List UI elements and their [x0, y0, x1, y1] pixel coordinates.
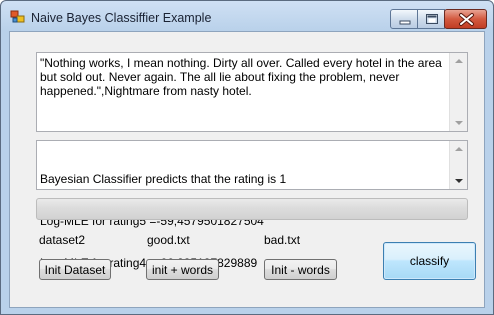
init-dataset-button[interactable]: Init Dataset: [39, 259, 111, 280]
minimize-button[interactable]: [390, 9, 418, 29]
init-plus-words-button[interactable]: init + words: [146, 259, 219, 280]
bad-file-label: bad.txt: [264, 233, 301, 247]
classify-button[interactable]: classify: [383, 242, 476, 280]
review-textbox[interactable]: "Nothing works, I mean nothing. Dirty al…: [36, 52, 468, 132]
form-client-area: "Nothing works, I mean nothing. Dirty al…: [9, 31, 485, 308]
main-window: Naive Bayes Classiffier Example "Nothing…: [0, 0, 494, 315]
init-minus-words-button[interactable]: Init - words: [264, 259, 337, 280]
minimize-icon: [399, 20, 411, 25]
maximize-button[interactable]: [417, 9, 445, 29]
review-scrollbar[interactable]: [449, 53, 467, 131]
close-button[interactable]: [444, 9, 487, 29]
output-textbox[interactable]: Bayesian Classifier predicts that the ra…: [36, 140, 468, 270]
scroll-up-icon[interactable]: [455, 147, 463, 151]
app-icon: [10, 10, 26, 24]
output-scrollbar[interactable]: [449, 141, 467, 189]
window-title: Naive Bayes Classiffier Example: [31, 11, 212, 25]
good-file-label: good.txt: [147, 233, 190, 247]
output-line: Bayesian Classifier predicts that the ra…: [40, 172, 287, 186]
close-icon: [459, 13, 474, 26]
scroll-down-icon[interactable]: [455, 121, 463, 125]
title-bar[interactable]: Naive Bayes Classiffier Example: [1, 1, 493, 31]
scroll-down-icon[interactable]: [455, 179, 463, 183]
maximize-icon: [426, 14, 438, 24]
progress-bar: [36, 198, 468, 220]
scroll-up-icon[interactable]: [455, 59, 463, 63]
dataset-label: dataset2: [39, 233, 86, 247]
review-text[interactable]: "Nothing works, I mean nothing. Dirty al…: [40, 56, 447, 98]
